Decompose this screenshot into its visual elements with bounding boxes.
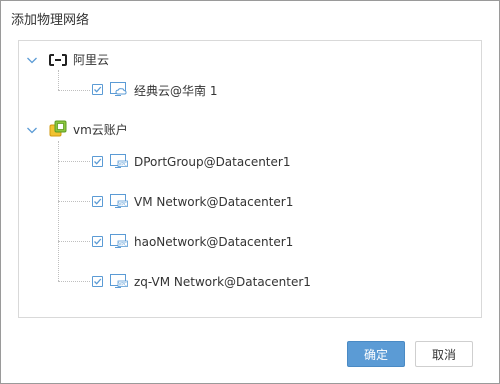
chevron-down-icon[interactable] [26, 54, 38, 66]
network-checkbox[interactable] [92, 156, 103, 167]
tree-connector [58, 241, 90, 242]
svg-text:VPC: VPC [119, 201, 127, 206]
dialog-title: 添加物理网络 [11, 13, 90, 28]
vpc-icon: VPC [110, 154, 128, 169]
confirm-button[interactable]: 确定 [347, 341, 405, 367]
vpc-icon: VPC [110, 194, 128, 209]
network-label[interactable]: 经典云@华南 1 [134, 84, 217, 98]
svg-text:VPC: VPC [119, 161, 127, 166]
svg-text:VPC: VPC [119, 241, 127, 246]
tree-connector [58, 281, 90, 282]
chevron-down-icon[interactable] [26, 124, 38, 136]
provider-label-vm-account[interactable]: vm云账户 [73, 123, 128, 137]
cancel-button[interactable]: 取消 [415, 341, 473, 367]
network-checkbox[interactable] [92, 196, 103, 207]
tree-connector [58, 90, 90, 91]
tree-connector [58, 141, 59, 281]
network-label[interactable]: zq-VM Network@Datacenter1 [134, 275, 311, 289]
network-label[interactable]: DPortGroup@Datacenter1 [134, 155, 290, 169]
network-label[interactable]: VM Network@Datacenter1 [134, 195, 293, 209]
provider-label-aliyun[interactable]: 阿里云 [73, 53, 109, 67]
network-checkbox[interactable] [92, 236, 103, 247]
vpc-icon: VPC [110, 234, 128, 249]
network-checkbox[interactable] [92, 276, 103, 287]
vpc-icon: VPC [110, 274, 128, 289]
vmware-logo-icon [48, 119, 68, 139]
network-tree: 阿里云 经典云@华南 1 vm云账户 VPC DPortGroup@Datace… [18, 40, 482, 318]
tree-connector [58, 70, 59, 90]
tree-connector [58, 201, 90, 202]
svg-text:VPC: VPC [119, 281, 127, 286]
tree-connector [58, 161, 90, 162]
cloud-network-icon [110, 82, 128, 97]
aliyun-logo-icon [48, 50, 68, 70]
network-checkbox[interactable] [92, 84, 103, 95]
add-physical-network-dialog: 添加物理网络 阿里云 经典云@华南 1 vm云账户 VPC DPortGroup… [0, 0, 500, 384]
network-label[interactable]: haoNetwork@Datacenter1 [134, 235, 293, 249]
